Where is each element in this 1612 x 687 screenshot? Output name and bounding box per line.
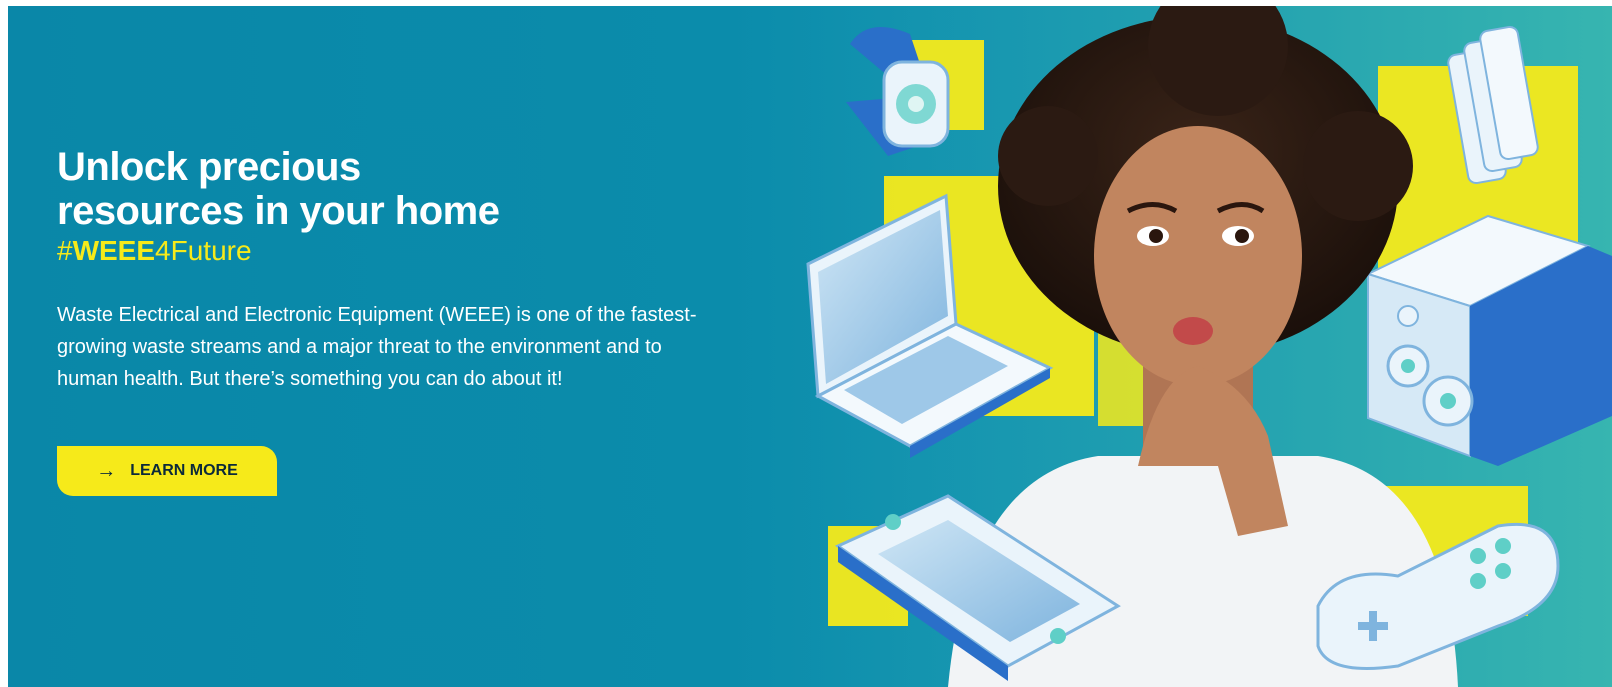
learn-more-label: LEARN MORE <box>130 462 238 479</box>
hero-illustration <box>798 6 1612 687</box>
hero-title-line2: resources in your home <box>57 189 500 233</box>
hero-banner: Unlock precious resources in your home #… <box>8 6 1612 687</box>
arrow-right-icon: → <box>96 460 117 482</box>
hero-text: Unlock precious resources in your home #… <box>57 145 717 395</box>
hashtag-rest: 4Future <box>155 235 252 266</box>
learn-more-button[interactable]: → LEARN MORE <box>57 446 277 496</box>
hero-title-line1: Unlock precious <box>57 145 361 189</box>
hero-title: Unlock precious resources in your home <box>57 145 717 233</box>
hashtag-bold: WEEE <box>72 235 156 266</box>
hashtag: #WEEE4Future <box>57 233 717 269</box>
hashtag-prefix: # <box>57 235 73 266</box>
hero-description: Waste Electrical and Electronic Equipmen… <box>57 304 697 390</box>
